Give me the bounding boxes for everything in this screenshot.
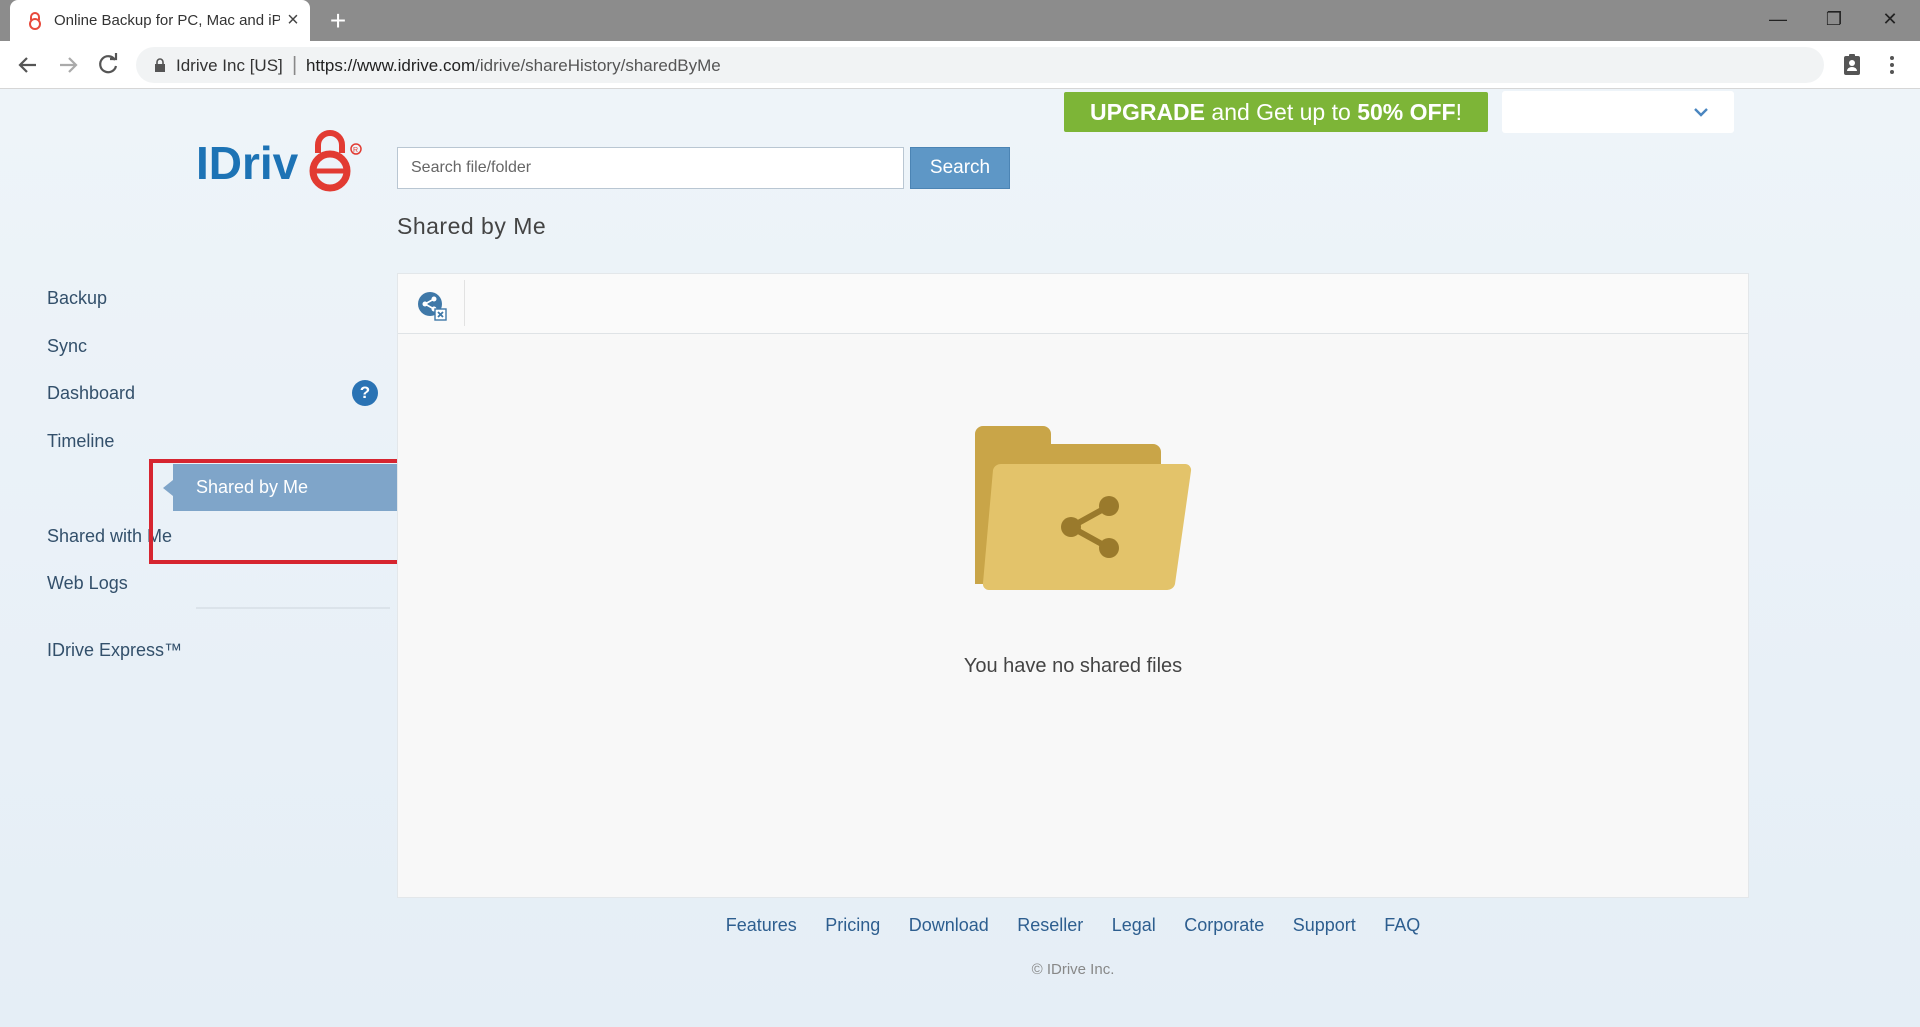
close-icon[interactable]: ✕ <box>1862 0 1918 41</box>
back-icon[interactable] <box>12 49 44 81</box>
copyright: © IDrive Inc. <box>1031 961 1115 978</box>
shared-folder-icon <box>975 426 1192 591</box>
svg-text:IDriv: IDriv <box>196 137 299 189</box>
footer-links: Features Pricing Download Reseller Legal… <box>0 915 1920 936</box>
footer-link-features[interactable]: Features <box>726 915 797 936</box>
url-text: https://www.idrive.com/idrive/shareHisto… <box>306 56 721 75</box>
sidebar-item-backup[interactable]: Backup <box>47 288 107 309</box>
idrive-logo[interactable]: IDriv R <box>196 129 364 197</box>
profile-icon[interactable] <box>1840 53 1864 77</box>
footer-link-reseller[interactable]: Reseller <box>1017 915 1083 936</box>
menu-icon[interactable] <box>1880 53 1904 77</box>
tab-title: Online Backup for PC, Mac and iPhone <box>54 12 280 29</box>
empty-state-message: You have no shared files <box>963 655 1183 677</box>
footer-link-corporate[interactable]: Corporate <box>1184 915 1264 936</box>
shared-files-panel: You have no shared files <box>397 273 1749 898</box>
browser-toolbar: Idrive Inc [US] | https://www.idrive.com… <box>0 41 1920 89</box>
search-input[interactable] <box>397 147 904 189</box>
forward-icon[interactable] <box>52 49 84 81</box>
upgrade-banner[interactable]: UPGRADE and Get up to 50% OFF! <box>1064 92 1488 132</box>
footer-link-support[interactable]: Support <box>1293 915 1356 936</box>
lock-icon <box>155 58 165 72</box>
footer-link-download[interactable]: Download <box>909 915 989 936</box>
search-button[interactable]: Search <box>910 147 1010 189</box>
highlight-annotation <box>149 459 403 564</box>
site-identity: Idrive Inc [US] <box>176 56 283 75</box>
page-title: Shared by Me <box>397 213 547 239</box>
tab-close-icon[interactable]: × <box>282 8 304 32</box>
sidebar-item-web-logs[interactable]: Web Logs <box>47 573 128 594</box>
idrive-favicon-icon <box>29 12 41 30</box>
unshare-icon[interactable] <box>416 290 448 322</box>
footer-link-faq[interactable]: FAQ <box>1384 915 1420 936</box>
url-separator: | <box>292 54 298 76</box>
reload-icon[interactable] <box>92 49 124 81</box>
footer-link-pricing[interactable]: Pricing <box>825 915 880 936</box>
sidebar-item-sync[interactable]: Sync <box>47 336 87 357</box>
toolbar-divider <box>464 280 465 326</box>
help-icon[interactable]: ? <box>352 380 378 406</box>
sidebar-item-idrive-express[interactable]: IDrive Express™ <box>47 640 182 661</box>
account-dropdown[interactable] <box>1502 91 1734 133</box>
restore-icon[interactable]: ❐ <box>1806 0 1862 41</box>
chevron-down-icon <box>1694 108 1708 117</box>
sidebar-item-dashboard[interactable]: Dashboard <box>47 383 135 404</box>
panel-toolbar <box>398 274 1748 334</box>
sidebar-divider <box>196 607 390 609</box>
address-bar[interactable]: Idrive Inc [US] | https://www.idrive.com… <box>136 47 1824 83</box>
page: UPGRADE and Get up to 50% OFF! IDriv R S… <box>0 89 1920 1027</box>
browser-tabstrip: Online Backup for PC, Mac and iPhone × +… <box>0 0 1920 41</box>
sidebar-item-timeline[interactable]: Timeline <box>47 431 114 452</box>
svg-text:R: R <box>353 147 358 154</box>
minimize-icon[interactable]: — <box>1750 0 1806 41</box>
browser-tab[interactable]: Online Backup for PC, Mac and iPhone × <box>10 0 310 41</box>
footer-link-legal[interactable]: Legal <box>1112 915 1156 936</box>
new-tab-button[interactable]: + <box>322 6 354 36</box>
